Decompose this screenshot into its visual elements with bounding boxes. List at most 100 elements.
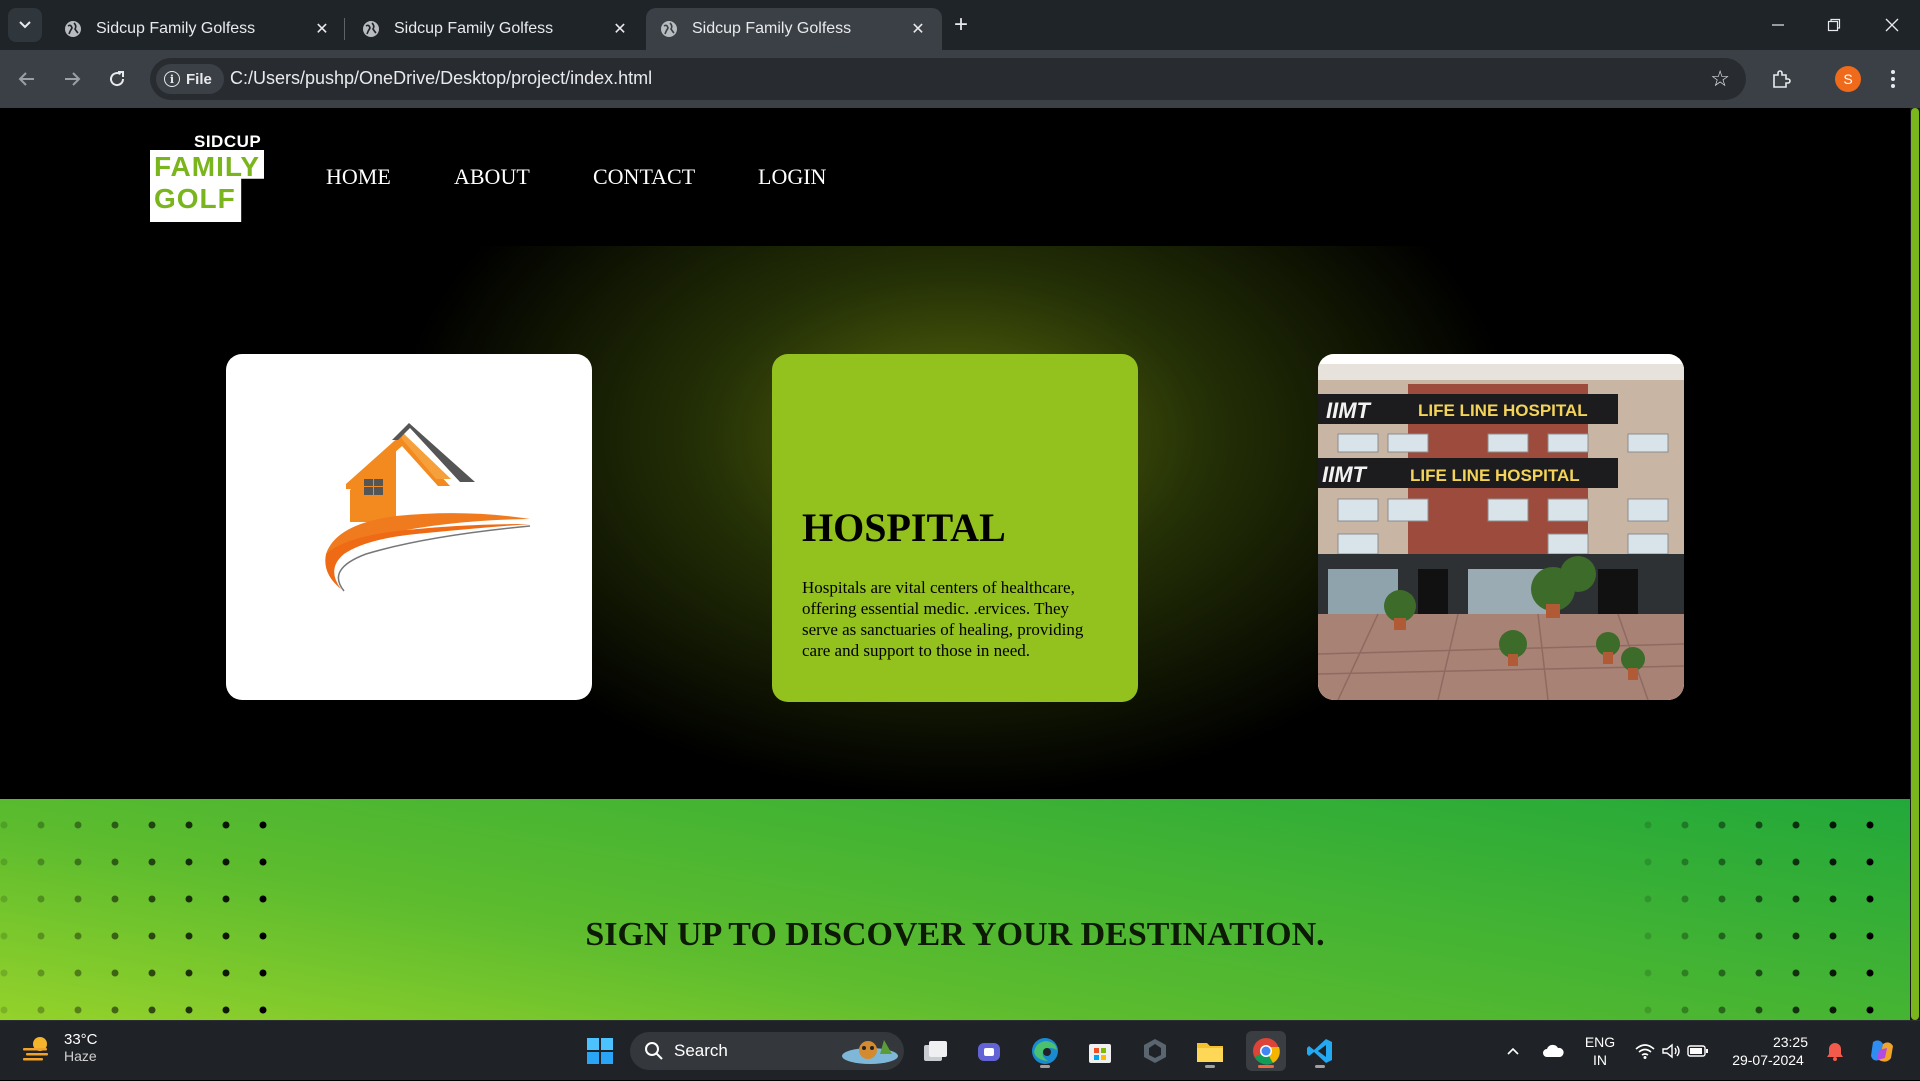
decorative-dot [259,895,267,903]
browser-tab-1[interactable]: Sidcup Family Golfess ✕ [50,8,346,50]
file-chip-label: File [186,70,212,88]
volume-icon [1662,1043,1680,1059]
nav-login[interactable]: LOGIN [758,164,826,190]
tab-title: Sidcup Family Golfess [394,20,554,37]
decorative-dot [222,895,230,903]
browser-tab-2[interactable]: Sidcup Family Golfess ✕ [348,8,644,50]
decorative-dot [111,895,119,903]
edge-app[interactable] [1025,1031,1065,1071]
address-bar[interactable]: i File C:/Users/pushp/OneDrive/Desktop/p… [150,58,1746,100]
site-logo[interactable]: SIDCUP FAMILY GOLF [150,132,266,222]
weather-condition: Haze [64,1048,97,1064]
site-header: SIDCUP FAMILY GOLF HOME ABOUT CONTACT LO… [0,108,1910,246]
decorative-dot [1829,858,1837,866]
nav-home[interactable]: HOME [326,164,391,190]
close-icon[interactable]: ✕ [610,19,630,39]
weather-widget[interactable]: 33°C Haze [20,1031,98,1064]
decorative-dot [1681,858,1689,866]
chrome-app[interactable] [1246,1031,1286,1071]
video-chat-icon [978,1043,1000,1061]
restore-icon [1827,18,1841,32]
restore-button[interactable] [1806,0,1862,50]
close-icon[interactable]: ✕ [908,19,928,39]
decorative-dot [74,821,82,829]
decorative-dot [1792,969,1800,977]
decorative-dot [37,969,45,977]
decorative-dot [37,895,45,903]
task-view-icon [924,1041,947,1061]
signup-title: SIGN UP TO DISCOVER YOUR DESTINATION. [585,916,1325,953]
site-info-chip[interactable]: i File [156,64,224,94]
reload-button[interactable] [100,62,134,96]
scrollbar-thumb[interactable] [1911,108,1919,1020]
sign-text-2: LIFE LINE HOSPITAL [1418,401,1588,420]
arrow-left-icon [18,72,34,86]
vscode-app[interactable] [1300,1031,1340,1071]
info-icon: i [164,71,180,87]
taskbar-search[interactable]: Search [630,1032,904,1070]
profile-avatar[interactable]: S [1835,66,1861,92]
kebab-menu-icon [1891,70,1895,88]
decorative-dot [1866,969,1874,977]
store-app[interactable] [1080,1031,1120,1071]
decorative-dot [185,969,193,977]
dev-app[interactable] [1135,1031,1175,1071]
close-icon[interactable]: ✕ [312,19,332,39]
logo-card [226,354,592,700]
globe-icon [661,21,677,37]
teams-app[interactable] [970,1031,1010,1071]
new-tab-button[interactable]: + [946,10,976,40]
browser-toolbar: i File C:/Users/pushp/OneDrive/Desktop/p… [0,50,1920,108]
decorative-dot [1792,1006,1800,1014]
close-window-button[interactable] [1864,0,1920,50]
active-indicator [1258,1065,1274,1068]
house-logo-icon [325,423,531,592]
decorative-dot [185,1006,193,1014]
logo-text-family: FAMILY [154,151,261,182]
menu-button[interactable] [1876,62,1910,96]
minimize-button[interactable] [1750,0,1806,50]
signup-banner: SIGN UP TO DISCOVER YOUR DESTINATION. [0,799,1910,1020]
decorative-dot [1644,969,1652,977]
decorative-dot [1829,895,1837,903]
search-highlight-icon [842,1040,898,1064]
extensions-button[interactable] [1764,62,1798,96]
bookmark-star-icon[interactable]: ☆ [1710,66,1730,92]
decorative-dot [1644,858,1652,866]
store-bag-icon [1089,1044,1111,1063]
task-view-button[interactable] [915,1031,955,1071]
decorative-dot [74,1006,82,1014]
back-button[interactable] [10,62,44,96]
decorative-dot [1718,969,1726,977]
decorative-dot [1792,858,1800,866]
notifications-button[interactable] [1820,1021,1850,1081]
decorative-dot [148,1006,156,1014]
decorative-dot [111,858,119,866]
nav-about[interactable]: ABOUT [454,164,530,190]
copilot-button[interactable] [1862,1021,1902,1081]
nav-contact[interactable]: CONTACT [593,164,695,190]
page-scrollbar[interactable] [1910,108,1920,1020]
windows-logo-icon [587,1038,613,1064]
tab-search-button[interactable] [8,8,42,42]
show-hidden-icons[interactable] [1498,1021,1528,1081]
decorative-dot [0,895,8,903]
url-text[interactable]: C:/Users/pushp/OneDrive/Desktop/project/… [230,68,652,89]
quick-settings[interactable] [1632,1021,1712,1081]
hospital-description: Hospitals are vital centers of healthcar… [802,578,1084,660]
reload-icon [110,71,125,87]
browser-tab-3-active[interactable]: Sidcup Family Golfess ✕ [646,8,942,50]
file-explorer-app[interactable] [1190,1031,1230,1071]
forward-button[interactable] [55,62,89,96]
decorative-dot [1755,969,1763,977]
globe-icon [65,21,81,37]
decorative-dot [1681,969,1689,977]
dot-pattern-right [1644,821,1874,1014]
start-button[interactable] [580,1031,620,1071]
clock[interactable]: 23:25 29-07-2024 [1728,1021,1808,1081]
decorative-dot [1755,858,1763,866]
language-indicator[interactable]: ENG IN [1574,1021,1626,1081]
decorative-dot [222,821,230,829]
decorative-dot [222,858,230,866]
onedrive-tray[interactable] [1538,1021,1568,1081]
